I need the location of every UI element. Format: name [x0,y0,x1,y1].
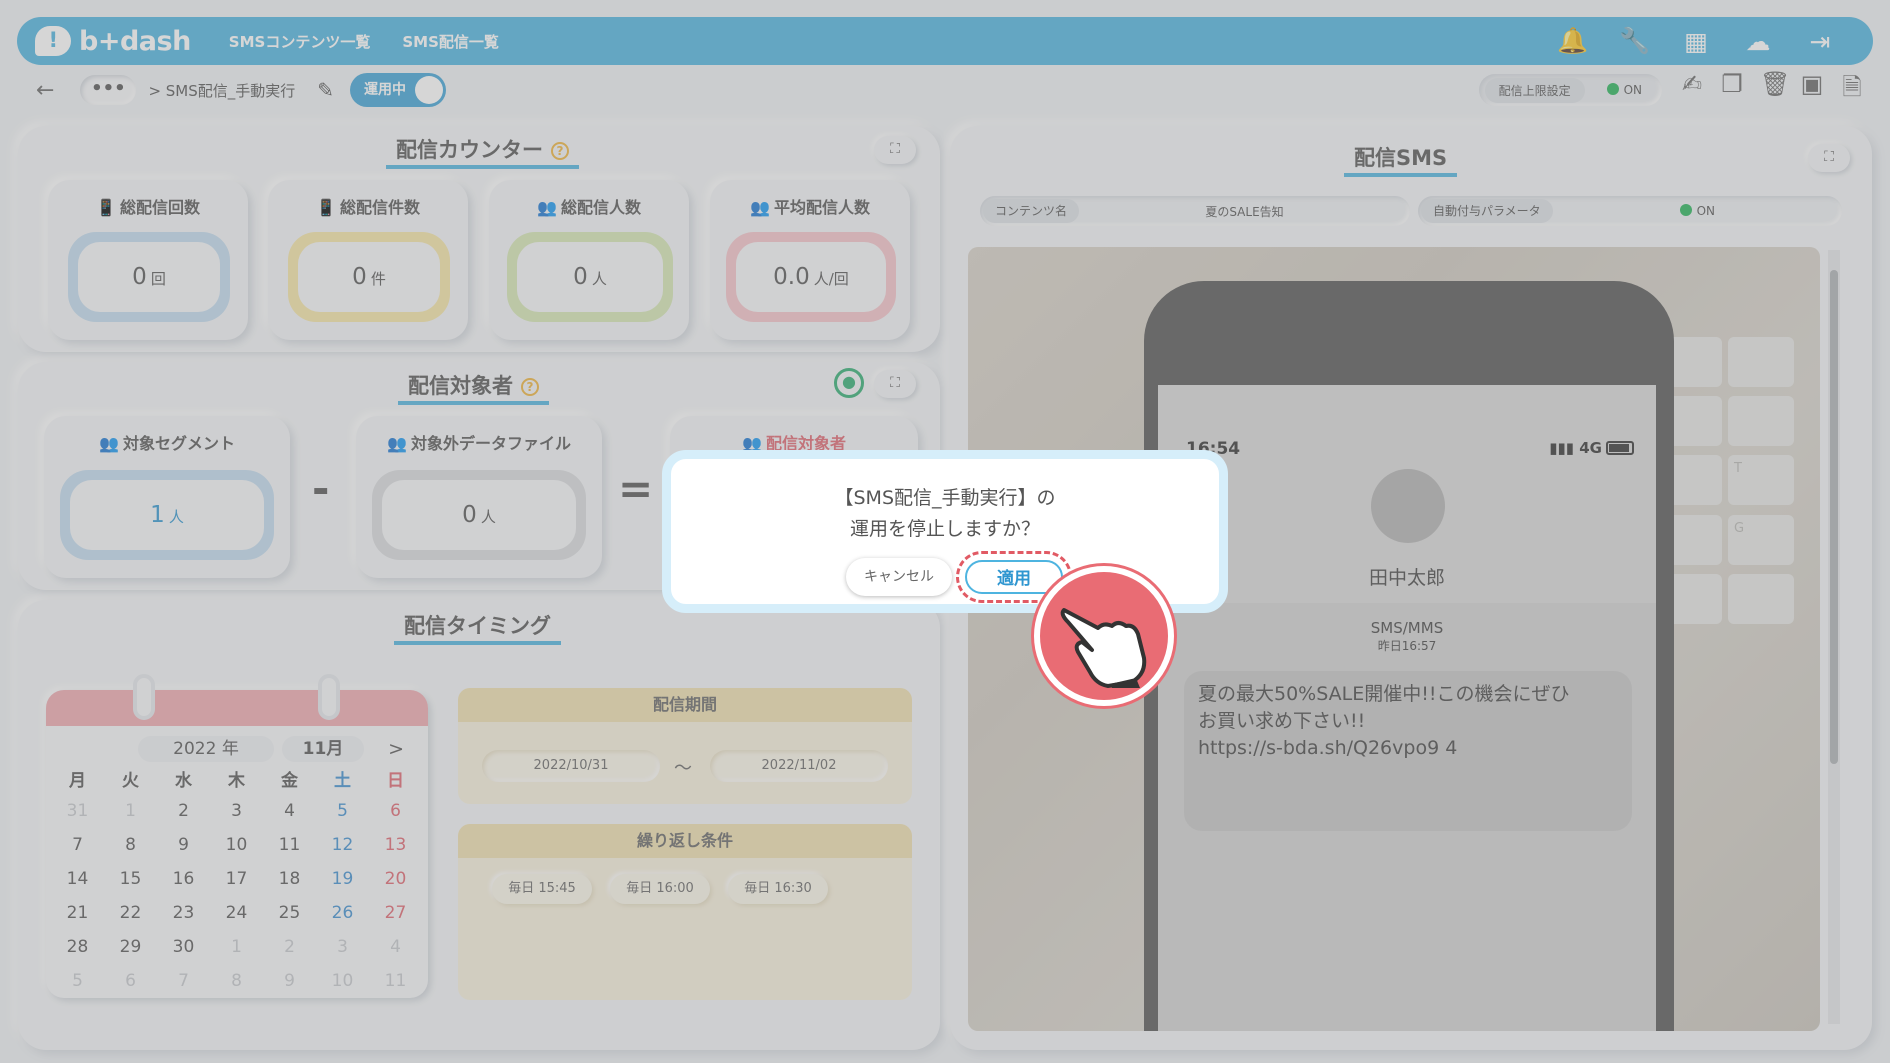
apply-button[interactable]: 適用 [965,560,1063,594]
dialog-message: 【SMS配信_手動実行】の 運用を停止しますか？ [834,487,1056,540]
pointing-hand-icon [1034,566,1174,706]
hand-glyph [1060,608,1147,688]
cancel-button[interactable]: キャンセル [846,558,952,596]
